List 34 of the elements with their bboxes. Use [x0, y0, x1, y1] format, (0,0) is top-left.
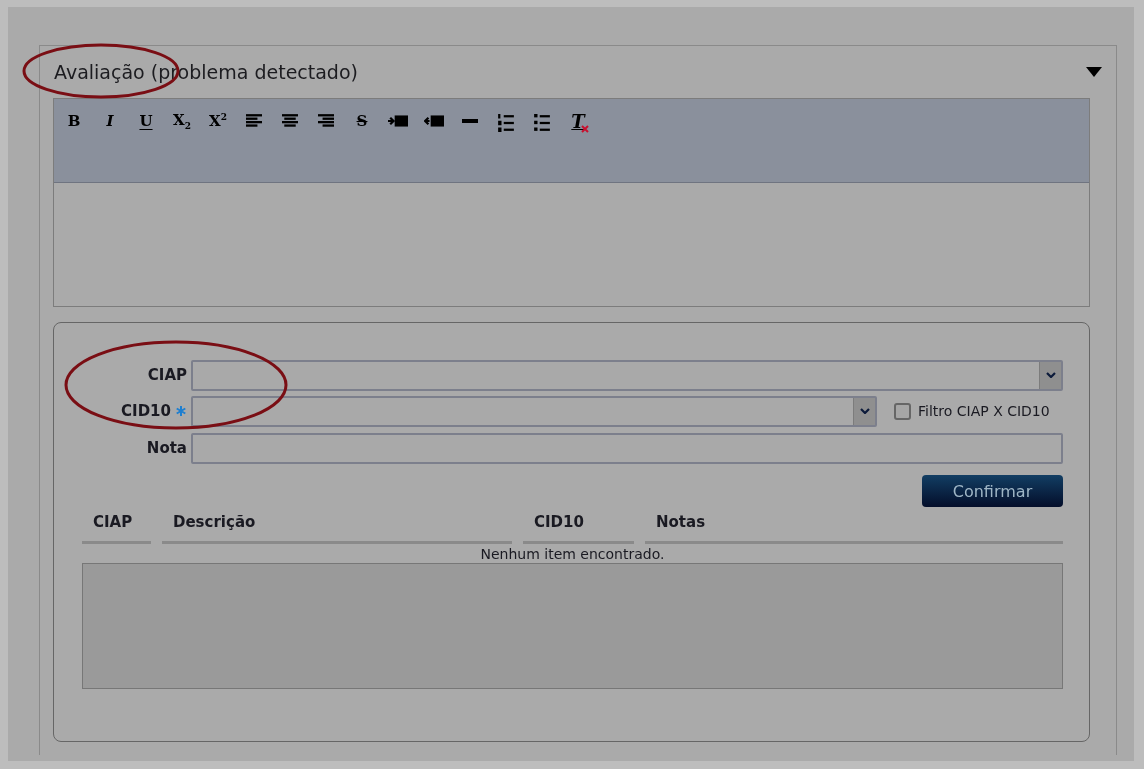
dropdown-field[interactable] [191, 359, 1063, 391]
rich-text-editor[interactable]: B I U X$_{2}$ X$^{2}$ S T [53, 98, 1090, 307]
column-header: Notas [645, 513, 1063, 544]
checkbox[interactable] [894, 402, 911, 420]
dropdown-field[interactable] [191, 395, 877, 427]
collapse-caret-icon[interactable] [1086, 66, 1102, 78]
field-label: Nota [146, 439, 187, 457]
subscript-button[interactable]: X$_{2}$ [164, 110, 200, 132]
align-left-icon[interactable] [246, 114, 262, 128]
align-center-icon[interactable] [282, 114, 298, 128]
empty-message: Nenhum item encontrado. [479, 545, 666, 562]
field-label: CID10 [121, 402, 171, 420]
underline-button[interactable]: U [128, 110, 164, 132]
dropdown-button[interactable] [1039, 361, 1061, 389]
chevron-down-icon [859, 408, 870, 414]
clear-format-button[interactable]: T [560, 110, 596, 132]
indent-icon[interactable] [388, 114, 408, 128]
strikethrough-button[interactable]: S [344, 110, 380, 132]
checkbox-label: Filtro CIAP X CID10 [918, 403, 1050, 419]
confirm-button[interactable]: Confirmar [922, 475, 1063, 507]
superscript-button[interactable]: X$^{2}$ [200, 110, 236, 132]
numbered-list-icon[interactable] [498, 114, 514, 132]
column-header: CID10 [523, 513, 634, 544]
field-label: CIAP [147, 366, 187, 384]
italic-button[interactable]: I [92, 110, 128, 132]
column-header: Descrição [162, 513, 512, 544]
align-right-icon[interactable] [318, 114, 334, 128]
dropdown-button[interactable] [853, 397, 875, 425]
bold-button[interactable]: B [56, 110, 92, 132]
column-header: CIAP [82, 513, 151, 544]
bullet-list-icon[interactable] [534, 114, 550, 132]
outdent-icon[interactable] [424, 114, 444, 128]
text-field[interactable] [191, 432, 1063, 464]
chevron-down-icon [1045, 372, 1056, 378]
